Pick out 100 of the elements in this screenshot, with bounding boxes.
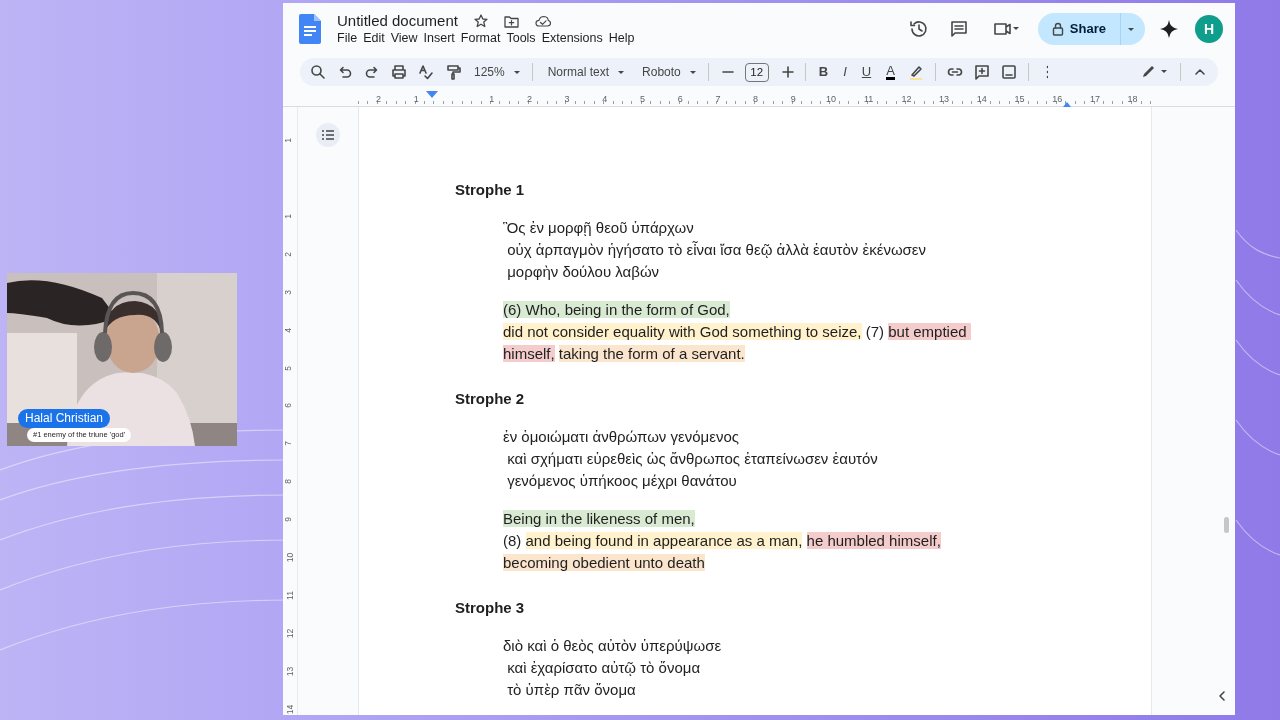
star-icon[interactable]	[473, 14, 488, 28]
menu-item[interactable]: Edit	[360, 30, 388, 46]
ruler-number: 8	[753, 94, 759, 104]
paragraph-style-dropdown[interactable]: Normal text	[547, 63, 626, 81]
ruler-number: 17	[1089, 94, 1100, 104]
ruler-number: 10	[286, 552, 296, 563]
ruler-number: 5	[640, 94, 645, 104]
chevron-left-icon	[1217, 690, 1227, 702]
image-icon[interactable]	[1000, 64, 1017, 80]
ruler-number: 4	[602, 94, 608, 104]
comment-icon[interactable]	[948, 19, 969, 39]
greek-text-line: διὸ καὶ ὁ θεὸς αὐτὸν ὑπερύψωσε	[503, 636, 723, 656]
indent-marker-icon[interactable]	[426, 91, 438, 99]
video-camera-icon[interactable]	[992, 21, 1019, 37]
greek-text-line: καὶ σχήματι εὑρεθεὶς ὡς ἄνθρωπος ἐταπείνωσεν ἑαυτόν	[506, 449, 879, 469]
redo-icon[interactable]	[364, 64, 380, 80]
ruler-number: 14	[286, 704, 296, 714]
list-icon	[322, 130, 334, 140]
pencil-icon[interactable]	[1141, 64, 1169, 80]
folder-icon[interactable]	[503, 14, 519, 28]
ruler-number: 3	[564, 94, 570, 104]
bold-button[interactable]: B	[818, 64, 829, 80]
text-color-button[interactable]: A	[886, 64, 895, 80]
greek-text-line: καὶ ἐχαρίσατο αὐτῷ τὸ ὄνομα	[506, 658, 702, 678]
ruler-number: 9	[790, 94, 796, 104]
underline-button[interactable]: U	[861, 64, 872, 80]
highlighter-icon[interactable]	[907, 64, 924, 80]
lock-icon	[1051, 22, 1064, 36]
ruler-number: 6	[677, 94, 683, 104]
sparkle-icon[interactable]	[1159, 19, 1179, 39]
ruler-number: 7	[283, 441, 293, 447]
outline-button[interactable]	[316, 123, 340, 147]
greek-text-line: ἐν ὁμοιώματι ἀνθρώπων γενόμενος	[503, 427, 740, 447]
highlighted-text: did not consider equality with God something to seize,	[503, 323, 862, 340]
ruler-number: 1	[283, 138, 293, 143]
paint-format-icon[interactable]	[445, 64, 461, 80]
ruler-number: 9	[283, 517, 293, 522]
greek-text-line: τὸ ὑπὲρ πᾶν ὄνομα	[506, 680, 637, 700]
font-size-field[interactable]: 12	[744, 62, 769, 82]
caret-icon	[512, 69, 521, 75]
cloud-icon[interactable]	[534, 15, 551, 27]
search-icon[interactable]	[310, 64, 326, 80]
ruler-number: 13	[939, 94, 950, 104]
highlighted-text: (6) Who, being in the form of God,	[503, 301, 730, 318]
ruler-number: 15	[1014, 94, 1025, 104]
docs-logo-icon[interactable]	[299, 14, 321, 44]
ruler-number: 13	[286, 666, 296, 676]
highlighted-text: and being found in appearance as a man,	[525, 532, 803, 549]
ruler-number: 11	[285, 591, 295, 600]
ruler-number: 10	[826, 94, 836, 104]
print-icon[interactable]	[391, 64, 407, 80]
section-heading: Strophe 1	[455, 180, 526, 200]
caret-icon	[688, 69, 697, 75]
ruler-number: 8	[283, 479, 293, 485]
share-button[interactable]: Share	[1037, 13, 1145, 45]
ruler-number: 4	[283, 327, 293, 333]
ruler-number: 6	[283, 403, 293, 409]
ruler-number: 16	[1052, 94, 1063, 104]
caret-icon	[1127, 26, 1135, 32]
menu-item[interactable]: Insert	[420, 30, 458, 46]
highlighted-text: he humbled himself,	[806, 532, 941, 549]
section-heading: Strophe 3	[455, 598, 526, 618]
greek-text-line: γενόμενος ὑπήκοος μέχρι θανάτου	[506, 471, 738, 491]
menu-item[interactable]: Help	[605, 30, 638, 46]
menu-item[interactable]: File	[334, 30, 361, 46]
body-text: (8)	[503, 532, 523, 549]
ruler-number: 12	[286, 628, 296, 639]
ruler-number: 2	[376, 94, 382, 104]
spellcheck-icon[interactable]	[418, 64, 434, 80]
undo-icon[interactable]	[337, 64, 353, 80]
name-tag: Halal Christian	[18, 409, 111, 428]
highlighted-text: becoming obedient unto death	[503, 554, 705, 571]
font-dropdown[interactable]: Roboto	[642, 63, 697, 81]
scrollbar-thumb[interactable]	[1224, 517, 1229, 533]
ruler-number: 1	[489, 94, 495, 104]
menu-item[interactable]: Extensions	[538, 30, 606, 46]
highlighted-text: taking the form of a servant.	[558, 345, 745, 362]
history-icon[interactable]	[908, 19, 929, 39]
caret-icon	[617, 69, 626, 75]
ruler-number: 2	[526, 94, 532, 104]
add-comment-icon[interactable]	[973, 64, 990, 80]
ruler-number: 3	[283, 289, 293, 295]
greek-text-line: μορφὴν δούλου λαβών	[506, 262, 661, 282]
ruler-number: 12	[901, 94, 912, 104]
ruler-number: 14	[976, 94, 987, 104]
document-title[interactable]: Untitled document	[337, 12, 458, 30]
zoom-dropdown[interactable]: 125%	[474, 63, 521, 81]
menu-item[interactable]: View	[387, 30, 421, 46]
plus-icon[interactable]	[779, 64, 794, 80]
body-text: (7)	[864, 323, 886, 340]
menu-item[interactable]: Format	[457, 30, 504, 46]
ruler-number: 1	[413, 94, 419, 104]
ruler-number: 5	[283, 365, 293, 371]
menu-item[interactable]: Tools	[503, 30, 539, 46]
italic-button[interactable]: I	[843, 64, 847, 80]
greek-text-line: Ὃς ἐν μορφῇ θεοῦ ὑπάρχων	[503, 218, 695, 238]
ruler-number: 2	[283, 251, 293, 257]
greek-text-line: οὐχ ἁρπαγμὸν ἡγήσατο τὸ εἶναι ἴσα θεῷ ἀλλὰ ἑαυτὸν ἐκένωσεν	[506, 240, 928, 260]
ruler-number: 1	[283, 214, 293, 219]
ruler-number: 7	[715, 94, 721, 104]
